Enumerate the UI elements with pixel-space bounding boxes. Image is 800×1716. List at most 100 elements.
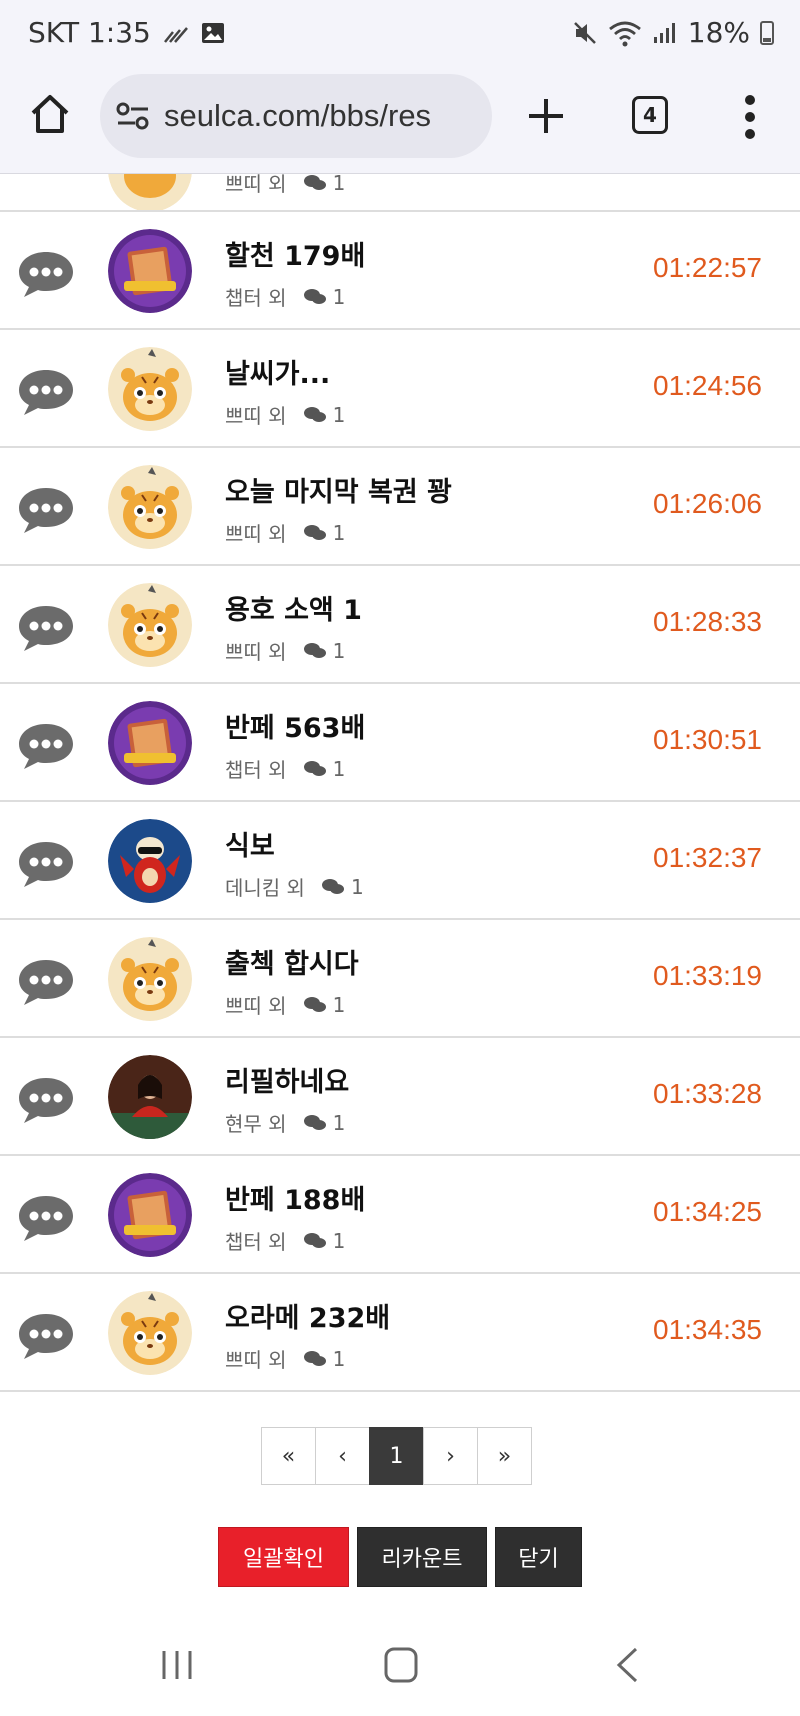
post-time: 01:30:51 [653, 724, 762, 755]
comment-icon [303, 1232, 326, 1248]
avatar [108, 1055, 192, 1139]
post-list: 쁘띠 외 1 할천 179배 챕터 외 1 01:22:57 날씨가... 쁘띠… [0, 174, 800, 1392]
comment-icon [303, 406, 326, 422]
more-menu-icon[interactable] [744, 94, 756, 140]
chat-bubble-icon [19, 724, 73, 769]
chat-bubble-icon [19, 1196, 73, 1241]
avatar [108, 937, 192, 1021]
carrier-time: SKT 1:35 [28, 16, 151, 49]
post-author: 챕터 외 [225, 286, 287, 310]
recent-apps-icon[interactable] [160, 1648, 194, 1682]
post-author: 데니킴 외 [225, 876, 305, 900]
last-page-button[interactable]: » [477, 1427, 532, 1485]
chat-bubble-icon [19, 960, 73, 1005]
post-title[interactable]: 오라메 232배 [225, 1296, 390, 1335]
signal-icon [653, 22, 675, 43]
post-time: 01:34:35 [653, 1314, 762, 1345]
post-author: 쁘띠 외 [225, 404, 287, 428]
list-item[interactable]: 출첵 합시다 쁘띠 외 1 01:33:19 [0, 920, 800, 1038]
first-page-button[interactable]: « [261, 1427, 316, 1485]
comment-count: 1 [332, 1110, 346, 1135]
nav-home-icon[interactable] [384, 1647, 418, 1683]
post-title[interactable]: 반페 563배 [225, 706, 365, 745]
list-item[interactable]: 식보 데니킴 외 1 01:32:37 [0, 802, 800, 920]
battery-icon [760, 20, 774, 45]
list-item[interactable]: 할천 179배 챕터 외 1 01:22:57 [0, 212, 800, 330]
post-title[interactable]: 날씨가... [225, 352, 330, 391]
comment-icon [303, 1350, 326, 1366]
post-time: 01:34:25 [653, 1196, 762, 1227]
comment-count: 1 [332, 174, 346, 195]
post-author: 쁘띠 외 [225, 1348, 287, 1372]
site-settings-icon[interactable] [116, 101, 150, 131]
prev-page-button[interactable]: ‹ [315, 1427, 370, 1485]
comment-icon [321, 878, 344, 894]
list-item[interactable]: 리필하네요 현무 외 1 01:33:28 [0, 1038, 800, 1156]
list-item[interactable]: 용호 소액 1 쁘띠 외 1 01:28:33 [0, 566, 800, 684]
list-item[interactable]: 오늘 마지막 복권 꽝 쁘띠 외 1 01:26:06 [0, 448, 800, 566]
post-author: 쁘띠 외 [225, 522, 287, 546]
comment-count: 1 [332, 1228, 346, 1253]
new-tab-icon[interactable] [526, 96, 566, 136]
post-title[interactable]: 리필하네요 [225, 1060, 349, 1099]
current-page-button[interactable]: 1 [369, 1427, 424, 1485]
comment-count: 1 [332, 992, 346, 1017]
chat-bubble-icon [19, 606, 73, 651]
post-time: 01:26:06 [653, 488, 762, 519]
back-icon[interactable] [614, 1646, 640, 1684]
system-nav-bar [0, 1620, 800, 1716]
comment-icon [303, 524, 326, 540]
mute-icon [573, 21, 596, 44]
post-title[interactable]: 할천 179배 [225, 234, 365, 273]
address-bar[interactable]: seulca.com/bbs/res [100, 74, 492, 158]
close-button[interactable]: 닫기 [495, 1527, 582, 1587]
browser-toolbar: seulca.com/bbs/res 4 [0, 68, 800, 174]
list-item[interactable]: 반페 188배 챕터 외 1 01:34:25 [0, 1156, 800, 1274]
chat-bubble-icon [19, 1314, 73, 1359]
avatar [108, 701, 192, 785]
comment-icon [303, 642, 326, 658]
post-title[interactable]: 출첵 합시다 [225, 942, 359, 981]
post-author: 쁘띠 외 [225, 640, 287, 664]
post-time: 01:24:56 [653, 370, 762, 401]
post-title[interactable]: 용호 소액 1 [225, 588, 362, 627]
chat-bubble-icon [19, 842, 73, 887]
url-text[interactable]: seulca.com/bbs/res [164, 98, 431, 134]
avatar [108, 1291, 192, 1375]
comment-count: 1 [332, 520, 346, 545]
tab-switcher-button[interactable]: 4 [632, 96, 668, 134]
gallery-icon [201, 22, 224, 43]
wifi-icon [608, 21, 641, 46]
chat-bubble-icon [19, 1078, 73, 1123]
wifi-calling-icon [163, 26, 188, 43]
post-author: 현무 외 [225, 1112, 287, 1136]
battery-percent: 18% [687, 16, 750, 49]
avatar [108, 465, 192, 549]
list-item[interactable]: 반페 563배 챕터 외 1 01:30:51 [0, 684, 800, 802]
list-item[interactable]: 쁘띠 외 1 [0, 174, 800, 212]
comment-icon [303, 996, 326, 1012]
post-title[interactable]: 오늘 마지막 복권 꽝 [225, 470, 452, 509]
avatar [108, 1173, 192, 1257]
list-item[interactable]: 날씨가... 쁘띠 외 1 01:24:56 [0, 330, 800, 448]
post-author: 챕터 외 [225, 758, 287, 782]
comment-count: 1 [332, 402, 346, 427]
chat-bubble-icon [19, 370, 73, 415]
chat-bubble-icon [19, 252, 73, 297]
post-title[interactable]: 반페 188배 [225, 1178, 365, 1217]
post-time: 01:22:57 [653, 252, 762, 283]
status-bar: SKT 1:35 18% [0, 0, 800, 68]
avatar [108, 583, 192, 667]
post-time: 01:28:33 [653, 606, 762, 637]
recount-button[interactable]: 리카운트 [357, 1527, 487, 1587]
list-item[interactable]: 오라메 232배 쁘띠 외 1 01:34:35 [0, 1274, 800, 1392]
post-title[interactable]: 식보 [225, 824, 275, 863]
post-author: 쁘띠 외 [225, 174, 287, 196]
post-author: 쁘띠 외 [225, 994, 287, 1018]
confirm-all-button[interactable]: 일괄확인 [218, 1527, 349, 1587]
action-buttons: 일괄확인 리카운트 닫기 [218, 1527, 582, 1587]
home-icon[interactable] [28, 92, 72, 136]
next-page-button[interactable]: › [423, 1427, 478, 1485]
comment-count: 1 [332, 756, 346, 781]
post-time: 01:33:19 [653, 960, 762, 991]
